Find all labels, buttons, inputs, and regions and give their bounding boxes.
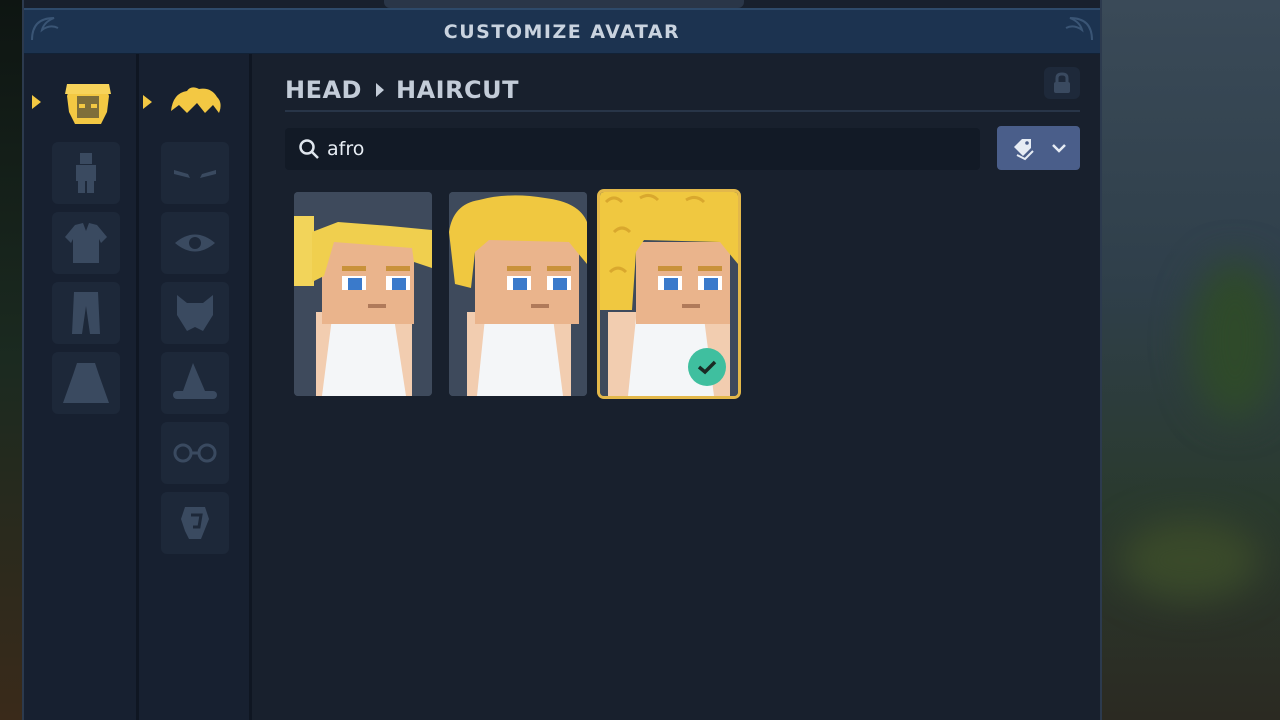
subcategory-tab-ears[interactable] xyxy=(161,492,229,554)
body-icon xyxy=(76,153,96,193)
glasses-icon xyxy=(173,443,217,463)
subcategory-tab-haircut[interactable] xyxy=(161,72,229,134)
hat-icon xyxy=(173,363,217,399)
haircut-option-card-selected[interactable] xyxy=(600,192,738,396)
category-tab-bottom[interactable] xyxy=(52,282,120,344)
search-input[interactable] xyxy=(325,137,929,161)
hair-icon xyxy=(171,87,221,113)
active-subcategory-arrow xyxy=(143,95,152,109)
subcategory-sidebar xyxy=(139,54,252,720)
cape-icon xyxy=(63,363,109,403)
content-area: HEAD HAIRCUT xyxy=(252,54,1100,720)
breadcrumb-separator-icon xyxy=(375,83,384,97)
subcategory-tab-eyebrows[interactable] xyxy=(161,142,229,204)
haircut-option-card[interactable] xyxy=(294,192,432,396)
window-title: CUSTOMIZE AVATAR xyxy=(443,20,681,43)
haircut-option-card[interactable] xyxy=(449,192,587,396)
breadcrumb-category[interactable]: HEAD xyxy=(285,76,362,104)
ear-icon xyxy=(181,507,209,539)
category-sidebar xyxy=(24,54,139,720)
head-icon xyxy=(65,84,111,124)
pants-icon xyxy=(72,292,100,334)
tag-icon xyxy=(1013,139,1034,161)
title-bar: CUSTOMIZE AVATAR xyxy=(24,8,1100,54)
avatar-preview-image xyxy=(449,192,587,396)
background-right xyxy=(1100,0,1280,720)
header-divider xyxy=(285,110,1080,112)
lock-icon xyxy=(1054,72,1070,93)
jacket-icon xyxy=(65,223,107,263)
corner-ornament-icon xyxy=(31,17,59,41)
subcategory-tab-glasses[interactable] xyxy=(161,422,229,484)
eyebrows-icon xyxy=(174,170,216,178)
checkmark-icon xyxy=(697,360,717,375)
subcategory-tab-beard[interactable] xyxy=(161,282,229,344)
avatar-preview-image xyxy=(294,192,432,396)
breadcrumb: HEAD HAIRCUT xyxy=(285,76,519,104)
active-category-arrow xyxy=(32,95,41,109)
corner-ornament-icon xyxy=(1065,17,1093,41)
search-bar xyxy=(285,128,980,170)
panel-top-notch xyxy=(384,0,744,8)
background-left xyxy=(0,0,22,720)
eye-icon xyxy=(175,234,215,252)
search-icon xyxy=(299,139,319,159)
beard-icon xyxy=(177,295,213,331)
category-tab-cape[interactable] xyxy=(52,352,120,414)
category-tab-top[interactable] xyxy=(52,212,120,274)
filter-dropdown-button[interactable] xyxy=(997,126,1080,170)
breadcrumb-subcategory: HAIRCUT xyxy=(395,76,520,104)
lock-button[interactable] xyxy=(1044,67,1080,99)
selected-check-badge xyxy=(688,348,726,386)
category-tab-head[interactable] xyxy=(54,72,122,134)
chevron-down-icon xyxy=(1051,144,1066,153)
subcategory-tab-hat[interactable] xyxy=(161,352,229,414)
customize-avatar-panel: CUSTOMIZE AVATAR HEAD HAIRCUT afro xyxy=(22,0,1102,720)
category-tab-body[interactable] xyxy=(52,142,120,204)
subcategory-tab-eyes[interactable] xyxy=(161,212,229,274)
